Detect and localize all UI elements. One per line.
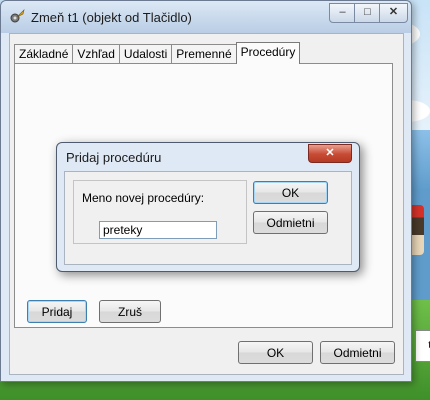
minimize-button[interactable]: –	[329, 3, 356, 23]
add-procedure-dialog: Pridaj procedúru ✕ Meno novej procedúry:…	[56, 142, 360, 272]
tab-premenne[interactable]: Premenné	[171, 44, 237, 64]
close-icon: ✕	[388, 6, 399, 18]
maximize-icon: □	[364, 6, 371, 18]
dialog-client-area: Meno novej procedúry: OK Odmietni	[64, 171, 352, 265]
close-icon: ✕	[325, 147, 335, 159]
title-bar[interactable]: Zmeň t1 (objekt od Tlačidlo) – □ ✕	[1, 1, 411, 33]
dialog-close-button[interactable]: ✕	[308, 144, 352, 163]
tab-vzhlad[interactable]: Vzhľad	[72, 44, 120, 64]
background-label-box: t	[415, 330, 430, 362]
close-button[interactable]: ✕	[379, 3, 408, 23]
dialog-cancel-button[interactable]: Odmietni	[253, 211, 328, 234]
add-procedure-button[interactable]: Pridaj	[27, 300, 87, 323]
remove-procedure-button[interactable]: Zruš	[99, 300, 161, 323]
maximize-button[interactable]: □	[354, 3, 381, 23]
procedure-name-label: Meno novej procedúry:	[82, 191, 205, 205]
window-title: Zmeň t1 (objekt od Tlačidlo)	[31, 10, 192, 25]
tab-strip: Základné Vzhľad Udalosti Premenné Proced…	[14, 42, 301, 64]
cancel-button[interactable]: Odmietni	[320, 341, 395, 364]
tab-procedury[interactable]: Procedúry	[235, 42, 301, 64]
dialog-title: Pridaj procedúru	[66, 150, 162, 165]
gear-feather-icon	[10, 9, 25, 23]
procedure-name-group: Meno novej procedúry:	[73, 180, 247, 244]
ok-button[interactable]: OK	[238, 341, 313, 364]
tab-zakladne[interactable]: Základné	[14, 44, 74, 64]
dialog-ok-button[interactable]: OK	[253, 181, 328, 204]
minimize-icon: –	[339, 6, 346, 18]
tab-udalosti[interactable]: Udalosti	[118, 44, 173, 64]
procedure-name-input[interactable]	[99, 221, 217, 239]
